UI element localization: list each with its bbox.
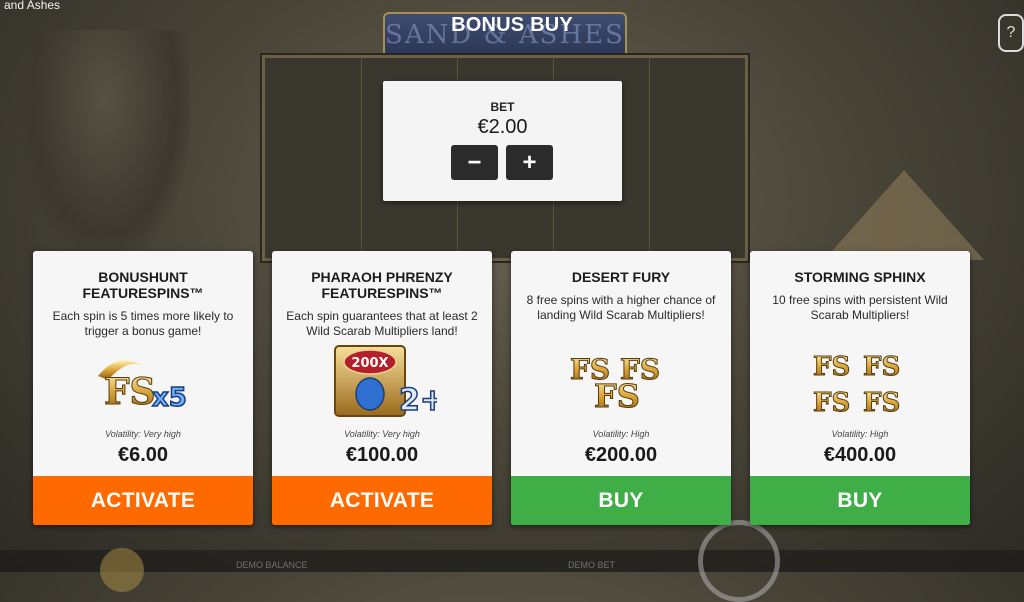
- card-description: 10 free spins with persistent Wild Scara…: [772, 293, 948, 322]
- card-price: €400.00: [823, 444, 897, 466]
- activate-button[interactable]: ACTIVATE: [33, 476, 253, 525]
- fs-quad-graphic: FS FS FS FS: [813, 351, 901, 418]
- bet-label: BET: [490, 100, 515, 114]
- scarab-multiplier-graphic: 200X 2+: [334, 344, 437, 418]
- bet-controls: − +: [451, 145, 553, 180]
- balance-label: DEMO BALANCE: [236, 560, 308, 570]
- fs-letters: FS: [863, 352, 900, 382]
- bottom-bar: DEMO BALANCE DEMO BET: [0, 550, 1024, 572]
- reel-divider: [361, 58, 362, 258]
- decrease-bet-button[interactable]: −: [451, 145, 498, 180]
- multiplier-badge: 200X: [351, 356, 388, 371]
- card-price: €200.00: [584, 444, 658, 466]
- bet-label-bottom: DEMO BET: [568, 560, 616, 570]
- x5-badge: x5: [152, 383, 187, 413]
- fs-x5-icon: FS x5: [33, 343, 253, 418]
- card-title: BONUSHUNT FEATURESPINS™: [82, 269, 204, 301]
- card-price: €100.00: [345, 444, 419, 466]
- card-title: DESERT FURY: [571, 269, 671, 285]
- card-description: Each spin guarantees that at least 2 Wil…: [286, 309, 478, 338]
- bonus-card-bonushunt: BONUSHUNT FEATURESPINS™ Each spin is 5 t…: [33, 251, 253, 525]
- fs-triple-icon: FS FS FS: [511, 343, 731, 418]
- bonus-card-storming-sphinx: STORMING SPHINX 10 free spins with persi…: [750, 251, 970, 525]
- fs-x5-icon-graphic: FS x5: [98, 359, 188, 413]
- guaranteed-badge: 2+: [399, 383, 437, 418]
- activate-button[interactable]: ACTIVATE: [272, 476, 492, 525]
- card-title: PHARAOH PHRENZY FEATURESPINS™: [311, 269, 453, 301]
- card-volatility: Volatility: Very high: [105, 429, 181, 439]
- fs-letters: FS: [594, 377, 640, 415]
- bonus-card-desert-fury: DESERT FURY 8 free spins with a higher c…: [511, 251, 731, 525]
- pharaoh-figure: [20, 30, 190, 260]
- card-volatility: Volatility: High: [831, 429, 889, 439]
- fs-letters: FS: [104, 371, 156, 413]
- card-volatility: Volatility: High: [592, 429, 650, 439]
- increase-bet-button[interactable]: +: [506, 145, 553, 180]
- fs-letters: FS: [813, 388, 850, 418]
- fs-quad-icon: FS FS FS FS: [750, 343, 970, 418]
- pyramid: [824, 170, 984, 260]
- fs-letters: FS: [813, 352, 850, 382]
- card-description: Each spin is 5 times more likely to trig…: [52, 309, 234, 338]
- coin-icon: [100, 548, 144, 592]
- card-description: 8 free spins with a higher chance of lan…: [526, 293, 716, 322]
- fs-triple-graphic: FS FS FS: [570, 352, 661, 415]
- buy-button[interactable]: BUY: [750, 476, 970, 525]
- fs-letters: FS: [863, 388, 900, 418]
- bet-value: €2.00: [477, 116, 528, 138]
- spin-button: [698, 520, 780, 602]
- page-title: BONUS BUY: [451, 14, 573, 36]
- bonus-card-pharaoh-phrenzy: PHARAOH PHRENZY FEATURESPINS™ Each spin …: [272, 251, 492, 525]
- window-title: d and Ashes: [0, 0, 61, 12]
- buy-button[interactable]: BUY: [511, 476, 731, 525]
- card-volatility: Volatility: Very high: [344, 429, 420, 439]
- scarab-multiplier-icon: 200X 2+: [272, 343, 492, 418]
- card-title: STORMING SPHINX: [794, 269, 926, 285]
- bet-panel: BET €2.00 − +: [383, 81, 622, 201]
- reel-divider: [649, 58, 650, 258]
- card-price: €6.00: [117, 444, 169, 466]
